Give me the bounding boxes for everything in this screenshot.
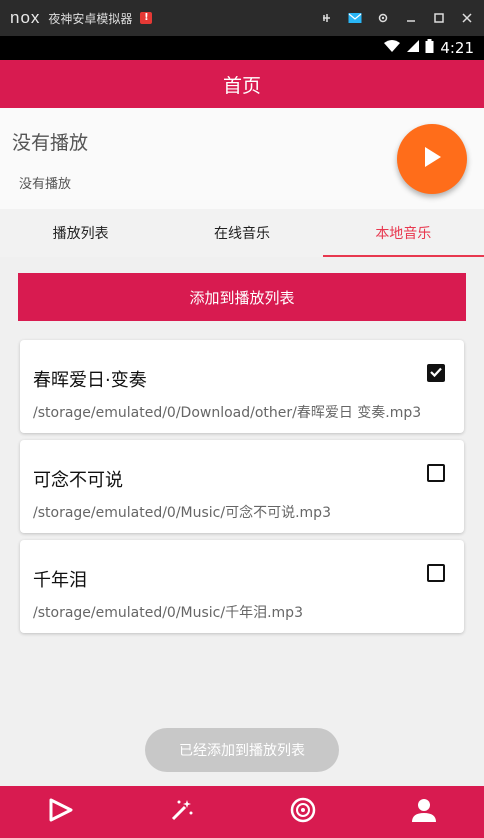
- song-title: 春晖爱日·变奏: [33, 370, 147, 391]
- song-title: 千年泪: [33, 570, 87, 591]
- signal-icon: [407, 39, 420, 57]
- now-playing-title: 没有播放: [12, 132, 89, 154]
- nav-profile-button[interactable]: [394, 786, 454, 838]
- minimize-icon[interactable]: [404, 11, 418, 25]
- emulator-title: 夜神安卓模拟器: [48, 11, 133, 26]
- song-checkbox[interactable]: [427, 564, 445, 582]
- nav-disc-button[interactable]: [273, 786, 333, 838]
- play-icon: [47, 797, 75, 827]
- person-icon: [411, 797, 437, 827]
- disc-icon: [290, 797, 316, 827]
- add-to-playlist-button[interactable]: 添加到播放列表: [18, 273, 466, 321]
- song-title: 可念不可说: [33, 470, 123, 491]
- bottom-nav: [0, 786, 484, 838]
- song-card[interactable]: 千年泪 /storage/emulated/0/Music/千年泪.mp3: [20, 540, 464, 633]
- toast-message: 已经添加到播放列表: [145, 728, 339, 772]
- song-path: /storage/emulated/0/Music/千年泪.mp3: [33, 605, 303, 621]
- song-path: /storage/emulated/0/Download/other/春晖爱日 …: [33, 405, 422, 421]
- mail-icon[interactable]: [348, 11, 362, 25]
- wifi-icon: [383, 39, 401, 57]
- tab-online-music[interactable]: 在线音乐: [161, 209, 322, 257]
- pin-icon[interactable]: [320, 11, 334, 25]
- song-card[interactable]: 可念不可说 /storage/emulated/0/Music/可念不可说.mp…: [20, 440, 464, 533]
- magic-wand-icon: [169, 797, 195, 827]
- clock: 4:21: [440, 39, 474, 57]
- song-checkbox[interactable]: [427, 464, 445, 482]
- status-bar: 4:21: [0, 36, 484, 60]
- tab-bar: 播放列表 在线音乐 本地音乐: [0, 209, 484, 257]
- nav-magic-button[interactable]: [152, 786, 212, 838]
- nav-player-button[interactable]: [31, 786, 91, 838]
- battery-icon: [425, 39, 434, 57]
- gear-icon[interactable]: [376, 11, 390, 25]
- tab-local-music[interactable]: 本地音乐: [322, 209, 484, 257]
- close-icon[interactable]: [460, 11, 474, 25]
- song-card[interactable]: 春晖爱日·变奏 /storage/emulated/0/Download/oth…: [20, 340, 464, 433]
- maximize-icon[interactable]: [432, 11, 446, 25]
- app-bar: 首页: [0, 60, 484, 108]
- nox-logo: nox: [10, 8, 41, 27]
- now-playing-panel: 没有播放 没有播放: [0, 108, 484, 209]
- song-checkbox[interactable]: [427, 364, 445, 382]
- tab-playlist[interactable]: 播放列表: [0, 209, 161, 257]
- emulator-alert-badge[interactable]: !: [140, 12, 153, 24]
- song-path: /storage/emulated/0/Music/可念不可说.mp3: [33, 505, 331, 521]
- play-icon: [421, 145, 443, 173]
- now-playing-subtitle: 没有播放: [19, 177, 72, 192]
- checkmark-icon: [429, 364, 443, 383]
- play-button[interactable]: [397, 124, 467, 194]
- emulator-title-bar: nox 夜神安卓模拟器 !: [0, 0, 484, 36]
- page-title: 首页: [222, 74, 261, 97]
